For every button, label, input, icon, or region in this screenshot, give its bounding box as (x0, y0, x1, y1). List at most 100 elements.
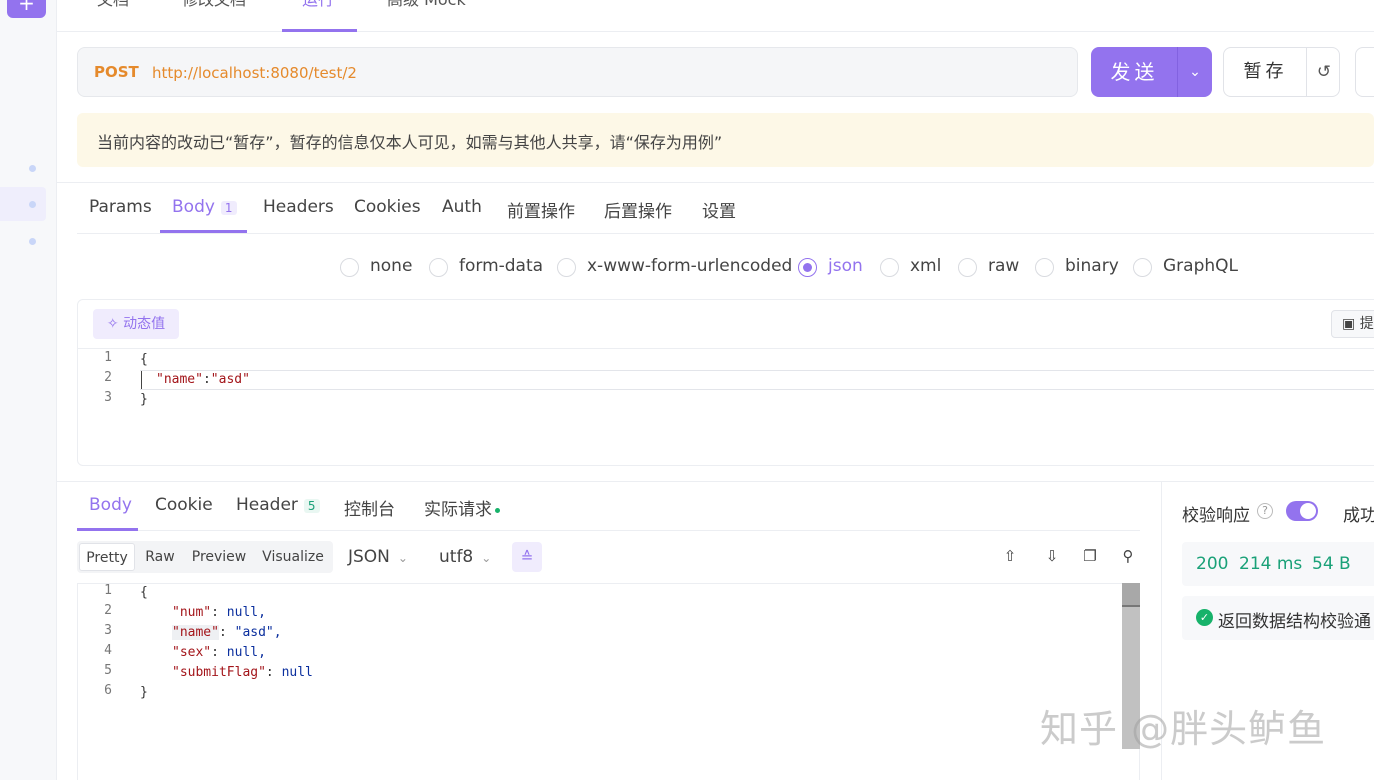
check-circle-icon: ✓ (1196, 609, 1213, 626)
notice-text: 当前内容的改动已“暂存”，暂存的信息仅本人可见，如需与其他人共享，请“保存为用例… (97, 133, 723, 152)
tab-response-body[interactable]: Body (89, 495, 132, 515)
code-line: "num": null, (172, 605, 266, 620)
url-input[interactable]: http://localhost:8080/test/2 (152, 64, 357, 82)
encoding-dropdown[interactable]: utf8 ⌄ (439, 547, 491, 567)
validate-response-label: 校验响应 (1182, 506, 1250, 526)
line-number: 3 (104, 623, 112, 638)
line-number: 1 (104, 350, 112, 365)
send-label: 发送 (1110, 60, 1159, 84)
download-icon[interactable]: ⇩ (1042, 546, 1062, 566)
copy-icon[interactable]: ❐ (1080, 546, 1100, 566)
active-tab-indicator (160, 230, 247, 233)
line-number: 2 (104, 603, 112, 618)
text-cursor (141, 371, 142, 389)
extract-icon[interactable]: ⇧ (1000, 546, 1020, 566)
response-stats: 200 214 ms 54 B (1182, 542, 1374, 586)
top-tab-bar: 文档 修改文档 运行 高级 Mock (57, 0, 1374, 32)
code-line: { (140, 585, 148, 600)
wrap-lines-icon[interactable]: ≙ (512, 542, 542, 572)
header-count-badge: 5 (303, 499, 320, 513)
body-type-radio-group: none form-data x-www-form-urlencoded jso… (340, 255, 1300, 281)
http-method[interactable]: POST (94, 63, 139, 81)
tab-actual-request-label: 实际请求 (424, 500, 492, 520)
tab-actual-request[interactable]: 实际请求 (424, 495, 500, 520)
tab-headers[interactable]: Headers (263, 197, 334, 217)
tab-response-header-label: Header (236, 495, 298, 515)
response-time: 214 ms (1239, 554, 1303, 574)
line-number: 1 (104, 583, 112, 598)
format-visualize[interactable]: Visualize (259, 543, 327, 571)
tab-pre-actions[interactable]: 前置操作 (507, 197, 575, 222)
tab-advanced-mock[interactable]: 高级 Mock (387, 0, 466, 12)
response-tab-bar: Body Cookie Header 5 控制台 实际请求 (77, 484, 1140, 531)
tab-response-header[interactable]: Header 5 (236, 495, 320, 515)
code-line: "submitFlag": null (172, 665, 313, 680)
language-dropdown[interactable]: JSON ⌄ (348, 547, 408, 567)
reset-icon[interactable]: ↺ (1308, 48, 1340, 96)
extract-icon: ▣ (1342, 316, 1356, 332)
tab-edit-docs[interactable]: 修改文档 (182, 0, 246, 12)
line-number: 3 (104, 390, 112, 405)
app-root: + 文档 修改文档 运行 高级 Mock POST http://localho… (0, 0, 1374, 780)
status-dot (495, 507, 500, 513)
tab-run[interactable]: 运行 (302, 0, 334, 12)
format-raw[interactable]: Raw (139, 543, 181, 571)
sidebar-active-item[interactable] (0, 187, 46, 221)
validate-toggle[interactable] (1286, 501, 1318, 521)
send-button[interactable]: 发送 ⌄ (1091, 47, 1212, 97)
tab-params[interactable]: Params (89, 197, 152, 217)
code-line: "name": "asd", (172, 625, 282, 640)
plus-icon: + (18, 0, 35, 15)
format-selector: Pretty Raw Preview Visualize (77, 541, 333, 573)
divider (57, 182, 1374, 183)
save-draft-button[interactable]: 暂存 ↺ (1223, 47, 1340, 97)
tab-settings[interactable]: 设置 (702, 197, 736, 222)
format-preview[interactable]: Preview (187, 543, 251, 571)
help-icon[interactable]: ? (1257, 503, 1273, 519)
extract-button[interactable]: ▣ 提 (1331, 310, 1374, 338)
tab-cookies[interactable]: Cookies (354, 197, 421, 217)
active-tab-indicator (77, 528, 138, 531)
line-number: 6 (104, 683, 112, 698)
sidebar-dot[interactable] (29, 238, 36, 245)
tab-auth[interactable]: Auth (442, 197, 482, 217)
add-button[interactable]: + (7, 0, 46, 18)
save-divider (1306, 48, 1307, 96)
tab-body[interactable]: Body 1 (172, 197, 237, 217)
schema-check-text: 返回数据结构校验通 (1218, 612, 1371, 632)
tab-response-cookie[interactable]: Cookie (155, 495, 213, 515)
tab-post-actions[interactable]: 后置操作 (604, 197, 672, 222)
request-tab-bar: Params Body 1 Headers Cookies Auth 前置操作 后… (77, 184, 1374, 234)
active-tab-indicator (282, 29, 357, 32)
search-icon[interactable]: ⚲ (1118, 546, 1138, 566)
more-button[interactable] (1355, 47, 1374, 97)
sidebar-dot[interactable] (29, 165, 36, 172)
current-line-highlight (140, 370, 1374, 390)
schema-check-result: ✓ 返回数据结构校验通 (1182, 596, 1374, 640)
code-line[interactable]: { (140, 350, 148, 370)
magic-wand-icon: ✧ (106, 316, 119, 332)
response-size: 54 B (1312, 554, 1351, 574)
save-draft-label: 暂存 (1243, 61, 1288, 82)
code-line: "sex": null, (172, 645, 266, 660)
scrollbar-thumb[interactable] (1122, 583, 1140, 607)
url-bar[interactable]: POST http://localhost:8080/test/2 (77, 47, 1078, 97)
dynamic-value-button[interactable]: ✧ 动态值 (93, 309, 179, 339)
tab-docs[interactable]: 文档 (97, 0, 129, 12)
code-line[interactable]: "name":"asd" (156, 370, 250, 390)
tab-console[interactable]: 控制台 (344, 495, 395, 520)
draft-notice: 当前内容的改动已“暂存”，暂存的信息仅本人可见，如需与其他人共享，请“保存为用例… (77, 113, 1374, 167)
line-number: 2 (104, 370, 112, 385)
code-line[interactable]: } (140, 390, 148, 410)
chevron-down-icon: ⌄ (397, 551, 408, 565)
dynamic-value-label: 动态值 (123, 316, 166, 332)
line-number: 5 (104, 663, 112, 678)
line-number: 4 (104, 643, 112, 658)
status-code: 200 (1196, 554, 1229, 574)
sidebar-dot-active[interactable] (29, 201, 36, 208)
format-pretty[interactable]: Pretty (79, 543, 135, 571)
encoding-value: utf8 (439, 547, 474, 567)
chevron-down-icon[interactable]: ⌄ (1178, 47, 1212, 97)
extract-label: 提 (1359, 316, 1374, 332)
body-count-badge: 1 (220, 201, 237, 215)
